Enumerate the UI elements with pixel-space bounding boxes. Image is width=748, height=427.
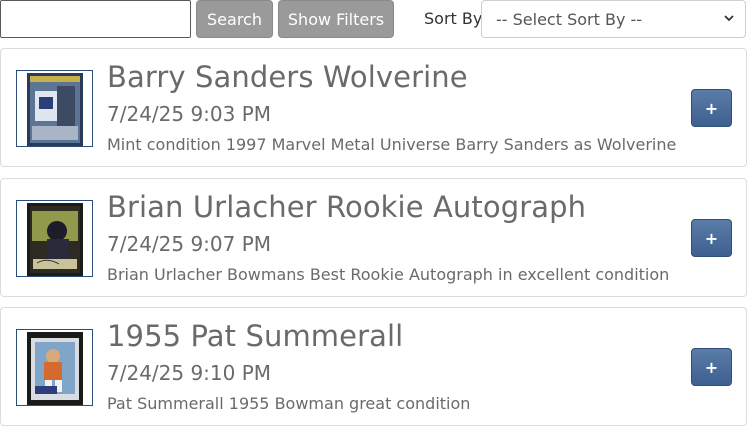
card-description: Mint condition 1997 Marvel Metal Univers…: [107, 135, 677, 154]
card-item: Brian Urlacher Rookie Autograph 7/24/25 …: [0, 178, 747, 297]
trading-card-image: [17, 330, 92, 405]
card-thumbnail[interactable]: [16, 200, 93, 277]
trading-card-image: [17, 71, 92, 146]
search-button[interactable]: Search: [196, 0, 273, 38]
card-thumbnail[interactable]: [16, 70, 93, 147]
card-description: Pat Summerall 1955 Bowman great conditio…: [107, 394, 471, 413]
toolbar: Search Show Filters Sort By -- Select So…: [0, 0, 748, 40]
trading-card-image: [17, 201, 92, 276]
card-thumbnail[interactable]: [16, 329, 93, 406]
sort-by-selected-value: -- Select Sort By --: [496, 9, 643, 29]
card-item: 1955 Pat Summerall 7/24/25 9:10 PM Pat S…: [0, 307, 747, 426]
card-description: Brian Urlacher Bowmans Best Rookie Autog…: [107, 265, 670, 284]
card-title[interactable]: Barry Sanders Wolverine: [107, 60, 468, 94]
add-button[interactable]: +: [691, 89, 732, 127]
card-item: Barry Sanders Wolverine 7/24/25 9:03 PM …: [0, 48, 747, 167]
add-button[interactable]: +: [691, 348, 732, 386]
card-datetime: 7/24/25 9:07 PM: [107, 232, 272, 256]
search-input[interactable]: [0, 0, 191, 38]
card-datetime: 7/24/25 9:10 PM: [107, 361, 272, 385]
chevron-down-icon: [724, 15, 734, 22]
show-filters-button[interactable]: Show Filters: [278, 0, 394, 38]
card-datetime: 7/24/25 9:03 PM: [107, 102, 272, 126]
card-title[interactable]: Brian Urlacher Rookie Autograph: [107, 190, 586, 224]
sort-by-label: Sort By: [424, 9, 483, 28]
add-button[interactable]: +: [691, 219, 732, 257]
sort-by-select[interactable]: -- Select Sort By --: [481, 0, 746, 38]
card-title[interactable]: 1955 Pat Summerall: [107, 319, 403, 353]
